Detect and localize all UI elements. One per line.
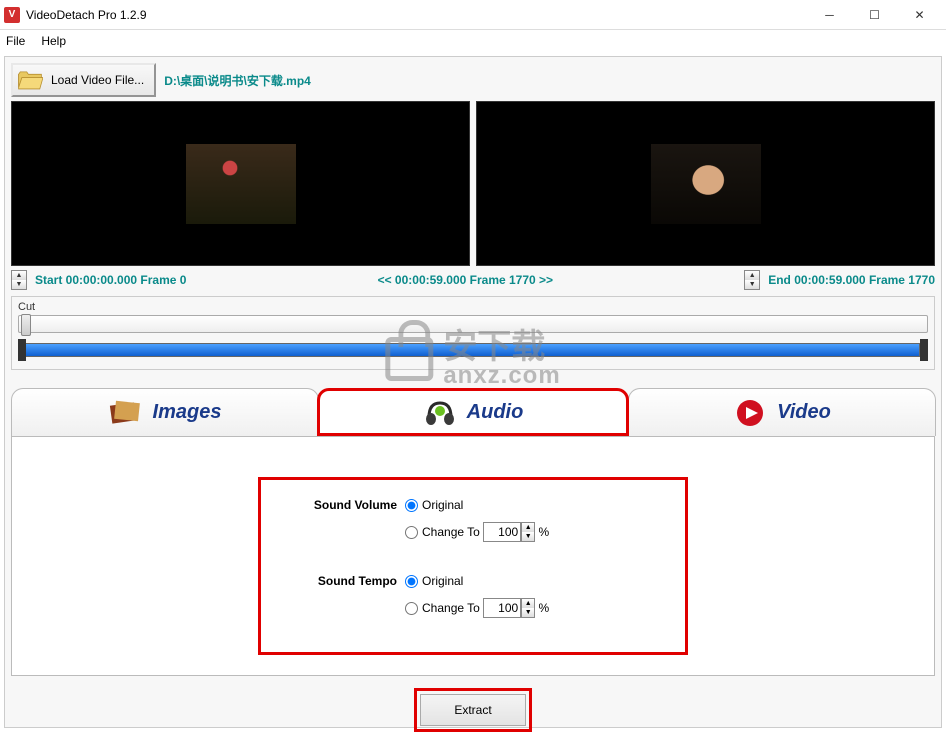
time-info-row: ▲▼ Start 00:00:00.000 Frame 0 << 00:00:5… <box>11 270 935 290</box>
tab-video[interactable]: Video <box>628 388 936 436</box>
app-icon: V <box>4 7 20 23</box>
tempo-change-text: Change To <box>422 601 480 615</box>
volume-change-radio[interactable]: Change To <box>405 525 480 539</box>
close-button[interactable]: ✕ <box>897 1 942 29</box>
tab-audio-label: Audio <box>467 401 524 424</box>
images-icon <box>109 398 143 428</box>
volume-original-input[interactable] <box>405 499 418 512</box>
extract-row: Extract <box>11 688 935 732</box>
headphones-icon <box>423 397 457 427</box>
play-circle-icon <box>733 398 767 428</box>
tempo-stepper[interactable]: ▲▼ <box>521 598 535 618</box>
tab-video-label: Video <box>777 401 831 424</box>
playhead-thumb[interactable] <box>21 314 31 336</box>
sound-volume-label: Sound Volume <box>285 498 405 512</box>
end-thumbnail <box>651 144 761 224</box>
extract-button[interactable]: Extract <box>420 694 526 726</box>
start-frame-stepper[interactable]: ▲▼ <box>11 270 27 290</box>
range-end-thumb[interactable] <box>920 339 928 361</box>
volume-original-text: Original <box>422 498 463 512</box>
tempo-change-radio[interactable]: Change To <box>405 601 480 615</box>
end-frame-preview <box>476 101 935 266</box>
sound-tempo-label: Sound Tempo <box>285 574 405 588</box>
volume-change-text: Change To <box>422 525 480 539</box>
main-panel: Load Video File... D:\桌面\说明书\安下载.mp4 ▲▼ … <box>4 56 942 728</box>
menu-help[interactable]: Help <box>41 34 66 48</box>
tempo-percent: % <box>539 601 550 615</box>
tab-images[interactable]: Images <box>11 388 319 436</box>
folder-open-icon <box>17 69 43 91</box>
volume-change-input[interactable] <box>405 526 418 539</box>
cut-label: Cut <box>18 301 928 313</box>
volume-row-original: Sound Volume Original <box>285 498 661 512</box>
preview-row <box>11 101 935 266</box>
volume-stepper[interactable]: ▲▼ <box>521 522 535 542</box>
range-slider[interactable] <box>18 339 928 361</box>
tempo-row-change: Change To ▲▼ % <box>285 598 661 618</box>
audio-settings-highlight: Sound Volume Original Change To ▲▼ % <box>258 477 688 655</box>
start-thumbnail <box>186 144 296 224</box>
title-bar: V VideoDetach Pro 1.2.9 ─ ☐ ✕ <box>0 0 946 30</box>
load-button-label: Load Video File... <box>51 73 144 87</box>
tab-audio[interactable]: Audio <box>317 388 629 436</box>
duration-label: << 00:00:59.000 Frame 1770 >> <box>194 273 736 287</box>
menu-file[interactable]: File <box>6 34 25 48</box>
loaded-file-path: D:\桌面\说明书\安下载.mp4 <box>164 72 311 89</box>
window-controls: ─ ☐ ✕ <box>807 1 942 29</box>
tempo-value-input[interactable] <box>483 598 521 618</box>
start-time-label: Start 00:00:00.000 Frame 0 <box>35 273 186 287</box>
volume-percent: % <box>539 525 550 539</box>
window-title: VideoDetach Pro 1.2.9 <box>26 8 807 22</box>
tempo-row-original: Sound Tempo Original <box>285 574 661 588</box>
tempo-original-input[interactable] <box>405 575 418 588</box>
end-time-label: End 00:00:59.000 Frame 1770 <box>768 273 935 287</box>
extract-highlight: Extract <box>414 688 532 732</box>
load-row: Load Video File... D:\桌面\说明书\安下载.mp4 <box>11 63 935 97</box>
volume-value-input[interactable] <box>483 522 521 542</box>
tempo-original-text: Original <box>422 574 463 588</box>
tab-bar: Images Audio Video <box>11 388 935 436</box>
start-frame-preview <box>11 101 470 266</box>
volume-original-radio[interactable]: Original <box>405 498 463 512</box>
range-fill <box>18 343 920 357</box>
audio-tab-content: Sound Volume Original Change To ▲▼ % <box>11 436 935 676</box>
playhead-slider[interactable] <box>18 315 928 333</box>
minimize-button[interactable]: ─ <box>807 1 852 29</box>
tab-images-label: Images <box>153 401 222 424</box>
range-start-thumb[interactable] <box>18 339 26 361</box>
volume-row-change: Change To ▲▼ % <box>285 522 661 542</box>
tempo-change-input[interactable] <box>405 602 418 615</box>
menu-bar: File Help <box>0 30 946 52</box>
end-frame-stepper[interactable]: ▲▼ <box>744 270 760 290</box>
cut-panel: Cut <box>11 296 935 370</box>
load-video-button[interactable]: Load Video File... <box>11 63 156 97</box>
maximize-button[interactable]: ☐ <box>852 1 897 29</box>
tempo-original-radio[interactable]: Original <box>405 574 463 588</box>
